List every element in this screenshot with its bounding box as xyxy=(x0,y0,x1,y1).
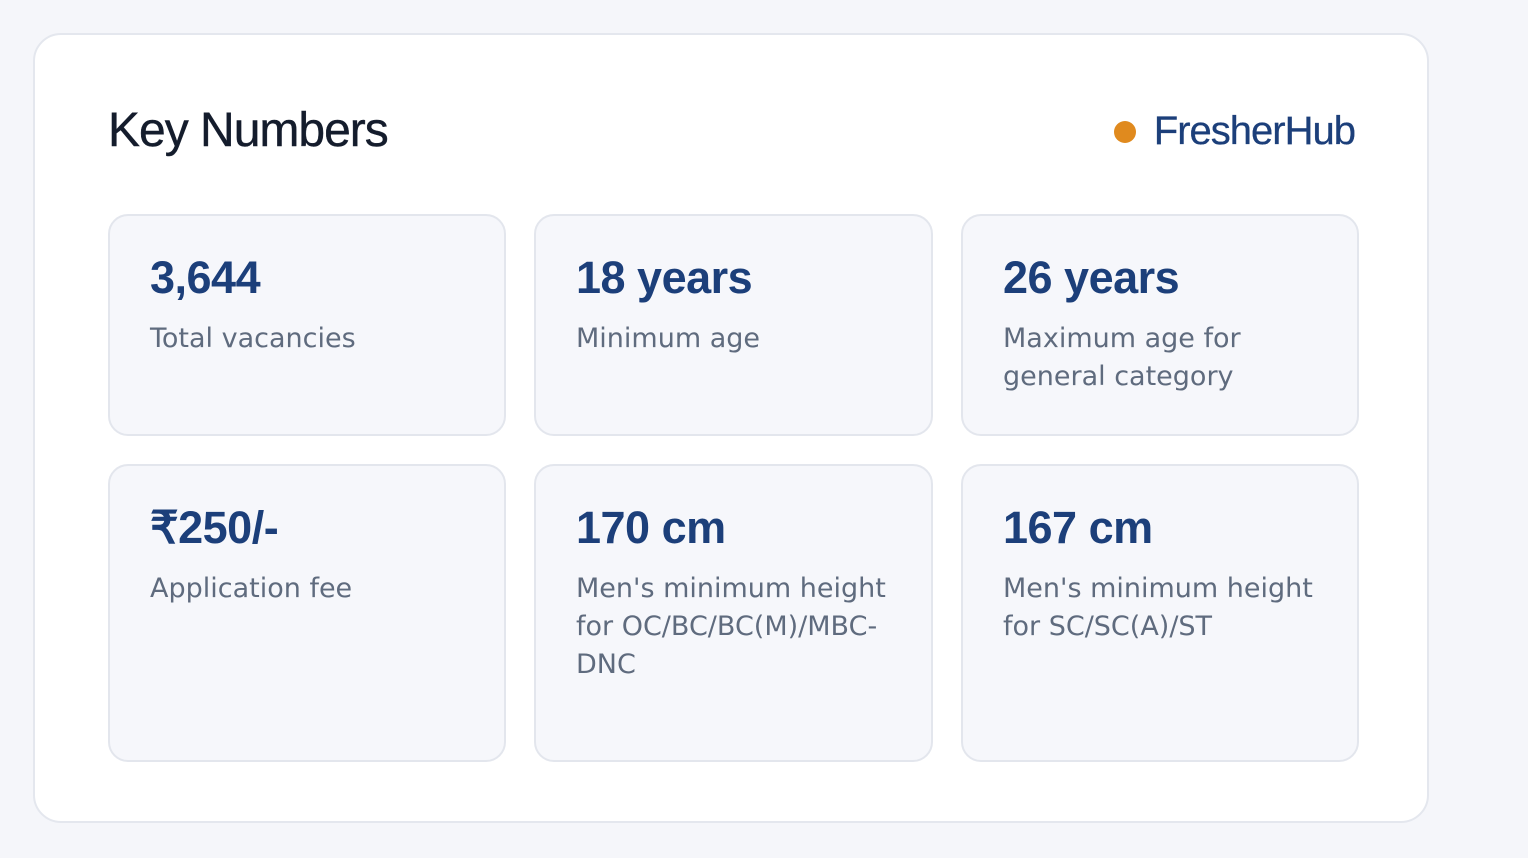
stat-label: Men's minimum height for OC/BC/BC(M)/MBC… xyxy=(576,573,886,680)
stat-card-minimum-age: 18 years Minimum age xyxy=(534,214,933,436)
stat-label: Maximum age for general category xyxy=(1003,323,1241,392)
brand-name: FresherHub xyxy=(1153,109,1357,153)
stats-grid: 3,644 Total vacancies 18 years Minimum a… xyxy=(108,214,1359,762)
stat-label: Men's minimum height for SC/SC(A)/ST xyxy=(1003,573,1313,642)
section-title: Key Numbers xyxy=(108,104,389,157)
stat-card-vacancies: 3,644 Total vacancies xyxy=(108,214,506,436)
stat-value: 170 cm xyxy=(576,502,726,553)
stat-card-application-fee: ₹250/- Application fee xyxy=(108,464,506,762)
stat-card-height-general: 170 cm Men's minimum height for OC/BC/BC… xyxy=(534,464,933,762)
stat-label: Minimum age xyxy=(576,323,761,354)
stat-value: ₹250/- xyxy=(150,502,279,553)
stat-label: Total vacancies xyxy=(150,323,356,354)
stat-card-maximum-age: 26 years Maximum age for general categor… xyxy=(961,214,1359,436)
stat-label: Application fee xyxy=(150,573,353,604)
key-numbers-panel: Key Numbers FresherHub 3,644 Total vacan… xyxy=(33,33,1429,823)
stat-value: 26 years xyxy=(1003,252,1180,303)
stat-value: 3,644 xyxy=(150,252,261,303)
stat-card-height-reserved: 167 cm Men's minimum height for SC/SC(A)… xyxy=(961,464,1359,762)
brand: FresherHub xyxy=(1113,109,1357,154)
stat-value: 167 cm xyxy=(1003,502,1153,553)
brand-dot-icon xyxy=(1113,120,1136,143)
stat-value: 18 years xyxy=(576,252,753,303)
